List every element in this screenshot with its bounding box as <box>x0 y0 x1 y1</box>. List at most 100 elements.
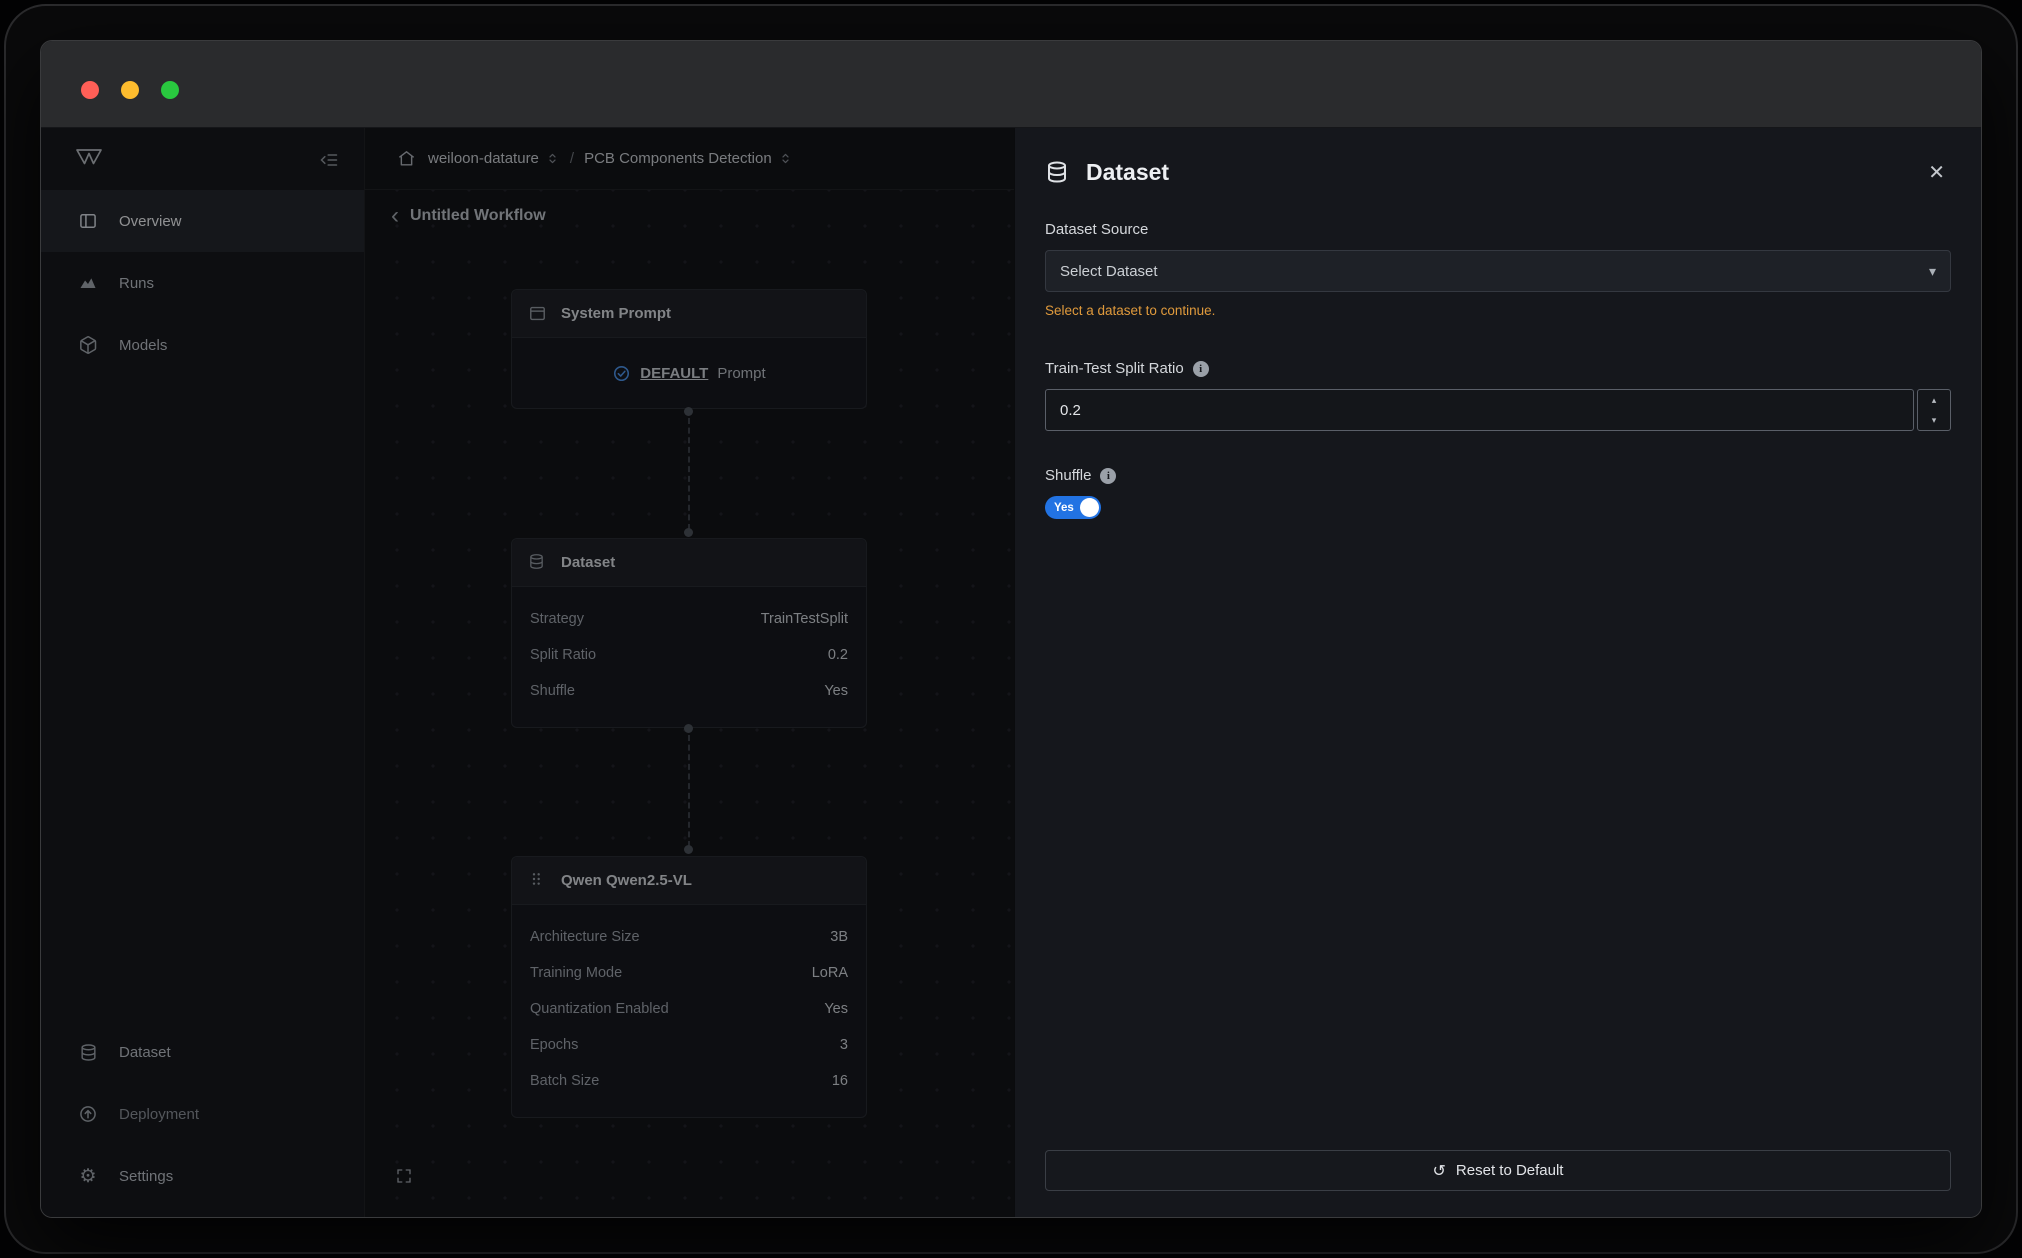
shuffle-label-text: Shuffle <box>1045 467 1091 484</box>
info-icon[interactable]: i <box>1100 468 1116 484</box>
app-logo-icon <box>75 148 103 166</box>
node-row: Batch Size 16 <box>530 1063 848 1099</box>
row-label: Epochs <box>530 1037 578 1053</box>
runs-icon <box>77 272 99 294</box>
toggle-knob <box>1080 498 1099 517</box>
row-value: LoRA <box>812 965 848 981</box>
zoom-window-button[interactable] <box>161 81 179 99</box>
node-title: System Prompt <box>561 305 671 322</box>
node-system-prompt-header: System Prompt <box>512 290 866 338</box>
sidebar-item-label: Runs <box>119 275 154 292</box>
sidebar-item-label: Dataset <box>119 1044 171 1061</box>
dataset-config-panel: Dataset ✕ Dataset Source Select Dataset … <box>1014 128 1981 1217</box>
node-row: Split Ratio 0.2 <box>530 637 848 673</box>
row-label: Training Mode <box>530 965 622 981</box>
overview-icon <box>77 210 99 232</box>
back-button[interactable]: ‹ <box>391 206 399 226</box>
sidebar-item-label: Settings <box>119 1168 173 1185</box>
home-icon <box>397 149 416 168</box>
fit-view-button[interactable] <box>389 1161 419 1191</box>
node-qwen-header: Qwen Qwen2.5-VL <box>512 857 866 905</box>
collapse-sidebar-button[interactable] <box>316 147 342 173</box>
connector-dot <box>684 724 693 733</box>
row-value: TrainTestSplit <box>761 611 848 627</box>
row-value: 3 <box>840 1037 848 1053</box>
info-icon[interactable]: i <box>1193 361 1209 377</box>
prompt-default-badge: DEFAULT <box>640 365 708 382</box>
sidebar-item-settings[interactable]: ⚙ Settings <box>41 1145 364 1207</box>
split-ratio-stepper: ▴ ▾ <box>1917 389 1951 431</box>
sidebar: Overview Runs Models Dataset <box>41 128 365 1217</box>
node-title: Dataset <box>561 554 615 571</box>
window-icon <box>528 304 548 324</box>
node-dataset-header: Dataset <box>512 539 866 587</box>
fullscreen-icon <box>395 1167 413 1185</box>
node-dataset[interactable]: Dataset Strategy TrainTestSplit Split Ra… <box>511 538 867 728</box>
sidebar-item-label: Deployment <box>119 1106 199 1123</box>
project-selector[interactable]: PCB Components Detection <box>584 150 793 167</box>
row-label: Quantization Enabled <box>530 1001 669 1017</box>
sidebar-item-label: Overview <box>119 213 182 230</box>
node-qwen-rows: Architecture Size 3B Training Mode LoRA … <box>512 905 866 1117</box>
row-label: Split Ratio <box>530 647 596 663</box>
collapse-sidebar-icon <box>319 150 339 170</box>
split-ratio-section: Train-Test Split Ratio i ▴ ▾ <box>1045 360 1951 431</box>
connector-line <box>688 418 690 530</box>
settings-gear-icon: ⚙ <box>77 1165 99 1187</box>
project-switch-icon <box>778 151 793 166</box>
row-value: Yes <box>824 1001 848 1017</box>
workflow-title: Untitled Workflow <box>410 207 546 225</box>
home-button[interactable] <box>397 149 416 168</box>
prompt-word: Prompt <box>717 365 765 382</box>
sidebar-bottom-group: Dataset Deployment ⚙ Settings <box>41 1021 364 1207</box>
node-title: Qwen Qwen2.5-VL <box>561 872 692 889</box>
window-titlebar <box>41 41 1981 128</box>
shuffle-section: Shuffle i Yes <box>1045 467 1951 519</box>
close-window-button[interactable] <box>81 81 99 99</box>
dataset-icon <box>77 1041 99 1063</box>
sidebar-header <box>41 128 364 190</box>
node-system-prompt-body: DEFAULT Prompt <box>512 338 866 408</box>
node-row: Shuffle Yes <box>530 673 848 709</box>
dataset-source-select[interactable]: Select Dataset ▾ <box>1045 250 1951 292</box>
database-icon <box>1045 160 1071 186</box>
node-row: Strategy TrainTestSplit <box>530 601 848 637</box>
breadcrumb: weiloon-datature / PCB Components Detect… <box>365 128 1014 190</box>
sidebar-item-models[interactable]: Models <box>41 314 364 376</box>
workflow-canvas[interactable]: weiloon-datature / PCB Components Detect… <box>365 128 1014 1217</box>
workflow-title-bar: ‹ Untitled Workflow <box>391 206 546 226</box>
split-ratio-label: Train-Test Split Ratio i <box>1045 360 1951 377</box>
connector-line <box>688 735 690 847</box>
split-ratio-input[interactable] <box>1045 389 1914 431</box>
sidebar-item-label: Models <box>119 337 167 354</box>
models-icon <box>77 334 99 356</box>
sidebar-item-dataset[interactable]: Dataset <box>41 1021 364 1083</box>
stepper-up-button[interactable]: ▴ <box>1918 390 1950 410</box>
node-system-prompt[interactable]: System Prompt DEFAULT Prompt <box>511 289 867 409</box>
reset-icon: ↺ <box>1433 1161 1446 1181</box>
connector-dot <box>684 528 693 537</box>
breadcrumb-separator: / <box>570 150 574 167</box>
row-label: Batch Size <box>530 1073 599 1089</box>
project-name: PCB Components Detection <box>584 150 772 167</box>
workspace-selector[interactable]: weiloon-datature <box>428 150 560 167</box>
shuffle-toggle[interactable]: Yes <box>1045 496 1101 519</box>
sidebar-item-deployment[interactable]: Deployment <box>41 1083 364 1145</box>
row-value: 0.2 <box>828 647 848 663</box>
panel-header: Dataset ✕ <box>1045 156 1951 189</box>
reset-to-default-button[interactable]: ↺ Reset to Default <box>1045 1150 1951 1191</box>
minimize-window-button[interactable] <box>121 81 139 99</box>
node-qwen-model[interactable]: Qwen Qwen2.5-VL Architecture Size 3B Tra… <box>511 856 867 1118</box>
sidebar-item-overview[interactable]: Overview <box>41 190 364 252</box>
row-label: Strategy <box>530 611 584 627</box>
node-row: Quantization Enabled Yes <box>530 991 848 1027</box>
stepper-down-button[interactable]: ▾ <box>1918 410 1950 430</box>
close-panel-button[interactable]: ✕ <box>1922 156 1951 189</box>
panel-title: Dataset <box>1086 159 1169 186</box>
sidebar-item-runs[interactable]: Runs <box>41 252 364 314</box>
row-label: Architecture Size <box>530 929 640 945</box>
node-row: Epochs 3 <box>530 1027 848 1063</box>
drag-handle-icon <box>528 871 548 891</box>
row-value: 16 <box>832 1073 848 1089</box>
chevron-down-icon: ▾ <box>1929 263 1936 280</box>
